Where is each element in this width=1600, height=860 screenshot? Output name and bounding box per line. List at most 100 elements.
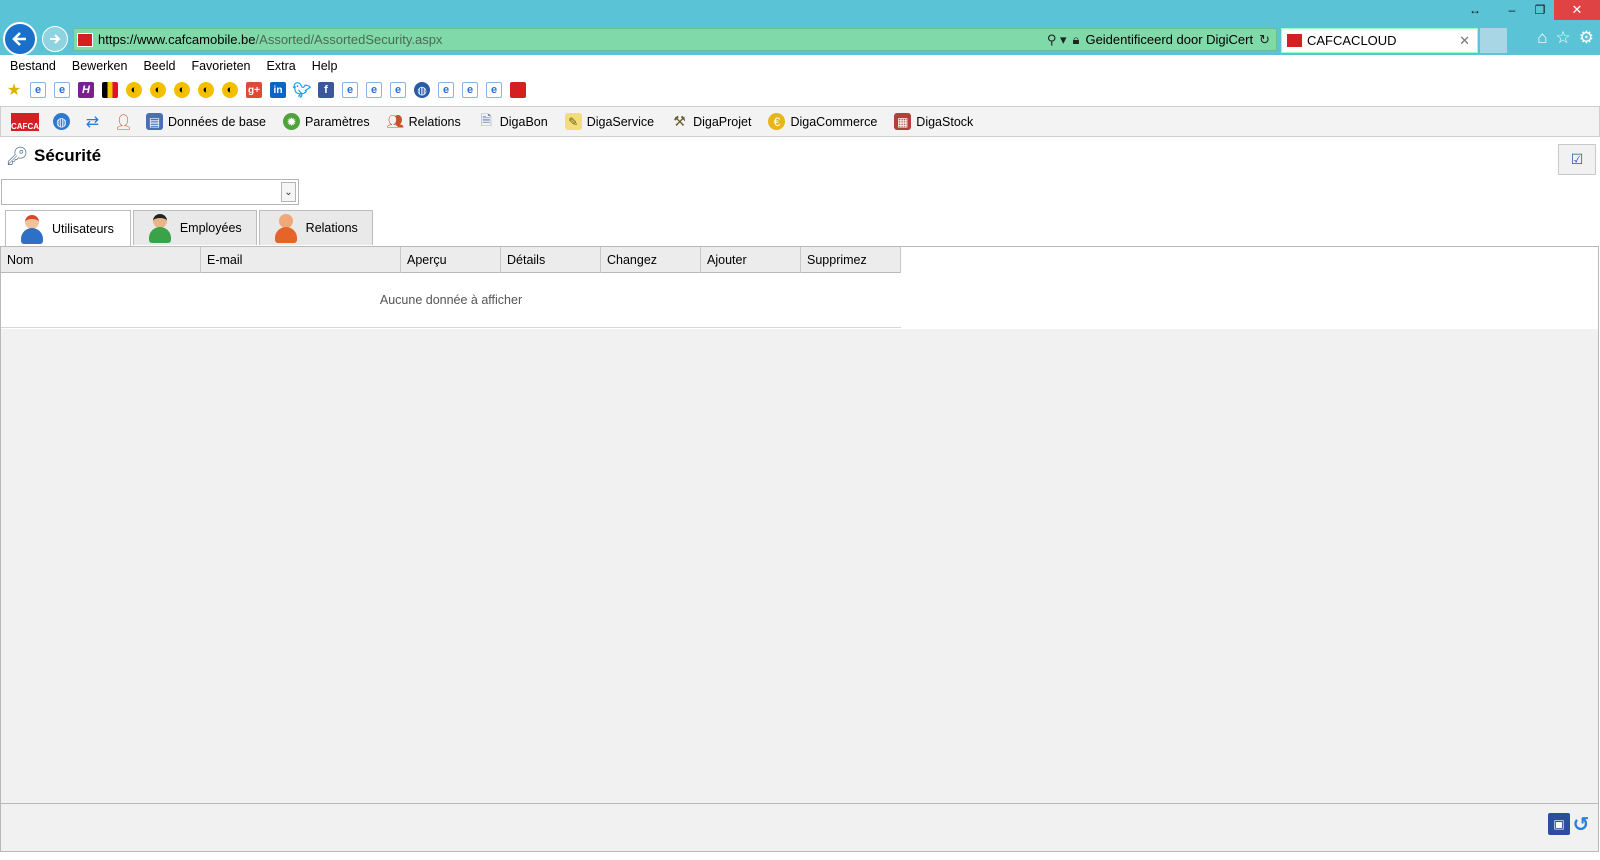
tab-title: CAFCACLOUD xyxy=(1307,33,1397,48)
tab-utilisateurs[interactable]: Utilisateurs xyxy=(5,210,131,246)
tab-label: Relations xyxy=(305,221,358,235)
radio-icon[interactable]: ◐ xyxy=(150,82,166,98)
menu-bar: Bestand Bewerken Beeld Favorieten Extra … xyxy=(0,55,1600,77)
ie-icon[interactable]: e xyxy=(462,82,478,98)
undo-icon[interactable]: ↺ xyxy=(1570,813,1592,836)
users-grid: Nom E-mail Aperçu Détails Changez Ajoute… xyxy=(1,247,901,328)
menu-extra[interactable]: Extra xyxy=(267,59,305,73)
menu-help[interactable]: Help xyxy=(312,59,347,73)
twitter-icon[interactable]: 🐦︎ xyxy=(292,82,311,99)
tab-relations[interactable]: Relations xyxy=(258,210,373,245)
site-favicon-icon xyxy=(77,32,93,47)
ie-icon[interactable]: e xyxy=(390,82,406,98)
facebook-icon[interactable]: f xyxy=(318,82,334,98)
column-header-supprimez[interactable]: Supprimez xyxy=(801,247,901,273)
ie-icon[interactable]: e xyxy=(54,82,70,98)
menu-beeld[interactable]: Beeld xyxy=(143,59,184,73)
column-header-details[interactable]: Détails xyxy=(501,247,601,273)
forward-arrow-icon xyxy=(50,34,61,44)
restore-button[interactable]: ❐ xyxy=(1526,0,1554,20)
gplus-icon[interactable]: g+ xyxy=(246,82,262,98)
toolbar-label: Paramètres xyxy=(305,114,370,129)
chevron-down-icon[interactable]: ⌄ xyxy=(281,182,296,202)
user-icon[interactable]: 👤︎ xyxy=(114,113,133,131)
tab-strip: Utilisateurs Employées Relations xyxy=(5,210,373,246)
employee-green-icon xyxy=(148,213,172,243)
toolbar-label: DigaProjet xyxy=(693,114,752,129)
certificate-text[interactable]: Geidentificeerd door DigiCert xyxy=(1085,32,1253,47)
footer-actions: ▣ ↺ xyxy=(1548,813,1592,836)
security-combo[interactable]: ⌄ xyxy=(1,179,299,205)
tab-label: Utilisateurs xyxy=(52,221,114,236)
checklist-button[interactable]: ☑ xyxy=(1558,144,1596,175)
ie-icon[interactable]: e xyxy=(342,82,358,98)
url-text[interactable]: https://www.cafcamobile.be/Assorted/Asso… xyxy=(98,32,442,47)
grid-empty-message: Aucune donnée à afficher xyxy=(1,273,901,328)
refresh-icon[interactable]: ↻ xyxy=(1259,32,1270,48)
cafca-logo[interactable]: CAFCA xyxy=(11,112,39,131)
back-button[interactable] xyxy=(3,22,37,56)
checklist-icon: ☑ xyxy=(1570,151,1584,167)
radio-icon[interactable]: ◐ xyxy=(222,82,238,98)
toolbar-digastock[interactable]: ▦ DigaStock xyxy=(894,113,973,130)
globe-update-icon[interactable]: ◍ xyxy=(53,113,70,130)
footer-bar: ▣ ↺ xyxy=(1,803,1598,851)
toolbar-relations[interactable]: 👥︎ Relations xyxy=(386,113,461,130)
tab-label: Employées xyxy=(179,221,242,235)
stock-icon: ▦ xyxy=(894,113,912,130)
radio-icon[interactable]: ◐ xyxy=(174,82,190,98)
coin-icon: € xyxy=(768,113,786,130)
ie-icon[interactable]: e xyxy=(366,82,382,98)
menu-bestand[interactable]: Bestand xyxy=(10,59,65,73)
flag-icon[interactable] xyxy=(102,82,118,98)
star-icon[interactable]: ★ xyxy=(6,82,22,99)
home-icon[interactable]: ⌂ xyxy=(1537,28,1547,48)
sync-icon[interactable]: ⇄ xyxy=(84,113,101,131)
globe-icon[interactable]: ◍ xyxy=(414,82,430,98)
h-icon[interactable]: H xyxy=(78,82,94,98)
resize-icon[interactable]: ↔ xyxy=(1452,0,1498,20)
toolbar-digaprojet[interactable]: ⚒ DigaProjet xyxy=(671,113,751,130)
toolbar-label: DigaService xyxy=(586,114,655,129)
forward-button[interactable] xyxy=(42,26,68,52)
radio-icon[interactable]: ◐ xyxy=(126,82,142,98)
column-header-nom[interactable]: Nom xyxy=(1,247,201,273)
toolbar-label: Données de base xyxy=(168,114,266,129)
lock-icon[interactable]: 🔒︎ xyxy=(1073,32,1080,48)
ie-icon[interactable]: e xyxy=(486,82,502,98)
address-bar[interactable]: https://www.cafcamobile.be/Assorted/Asso… xyxy=(73,28,1277,51)
combo-input[interactable] xyxy=(2,180,282,204)
save-icon[interactable]: ▣ xyxy=(1548,813,1570,835)
close-window-button[interactable]: ✕ xyxy=(1554,0,1600,20)
toolbar-donnees-de-base[interactable]: ▤ Données de base xyxy=(146,113,266,130)
column-header-ajouter[interactable]: Ajouter xyxy=(701,247,801,273)
column-header-apercu[interactable]: Aperçu xyxy=(401,247,501,273)
menu-favorieten[interactable]: Favorieten xyxy=(191,59,259,73)
toolbar-parametres[interactable]: ✹ Paramètres xyxy=(283,113,370,130)
address-bar-tools: ⚲ ▾ 🔒︎ Geidentificeerd door DigiCert ↻ xyxy=(1047,32,1276,48)
cafca-icon[interactable] xyxy=(510,82,526,98)
toolbar-label: DigaBon xyxy=(499,114,548,129)
toolbar-digabon[interactable]: 🗎︎ DigaBon xyxy=(478,112,548,130)
browser-tab[interactable]: CAFCACLOUD ✕ xyxy=(1281,28,1478,53)
linkedin-icon[interactable]: in xyxy=(270,82,286,98)
toolbar-digacommerce[interactable]: € DigaCommerce xyxy=(768,113,877,130)
toolbar-label: DigaCommerce xyxy=(790,114,878,129)
search-icon[interactable]: ⚲ ▾ xyxy=(1047,32,1067,48)
settings-gear-icon[interactable]: ⚙ xyxy=(1579,28,1594,48)
toolbar-digaservice[interactable]: ✎ DigaService xyxy=(564,113,655,130)
radio-icon[interactable]: ◐ xyxy=(198,82,214,98)
tab-close-icon[interactable]: ✕ xyxy=(1459,33,1470,49)
back-arrow-icon xyxy=(12,32,26,46)
tab-employees[interactable]: Employées xyxy=(132,210,257,245)
relation-orange-icon xyxy=(274,213,298,243)
ie-icon[interactable]: e xyxy=(30,82,46,98)
new-tab-button[interactable] xyxy=(1480,28,1507,53)
user-red-icon xyxy=(20,214,44,244)
column-header-changez[interactable]: Changez xyxy=(601,247,701,273)
menu-bewerken[interactable]: Bewerken xyxy=(72,59,137,73)
column-header-email[interactable]: E-mail xyxy=(201,247,401,273)
minimize-button[interactable]: – xyxy=(1498,0,1526,20)
ie-icon[interactable]: e xyxy=(438,82,454,98)
favorites-star-icon[interactable]: ☆ xyxy=(1556,28,1571,48)
